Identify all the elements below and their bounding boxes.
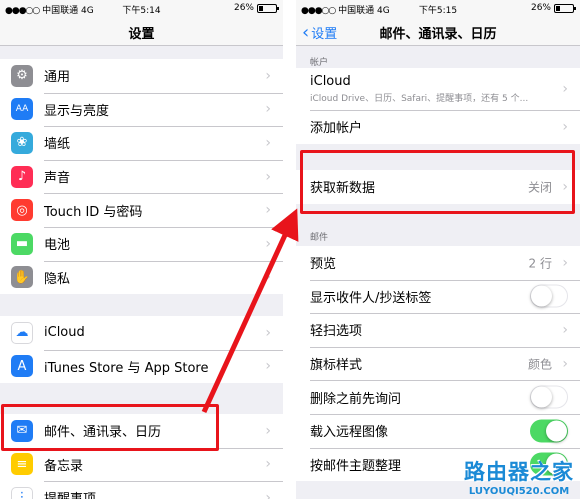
chevron-right-icon: › [265,101,271,118]
mail-section-header: 邮件 [310,233,329,243]
settings-row-label: 隐私 [44,271,71,287]
chevron-right-icon: › [562,355,568,372]
accounts-section-header: 帐户 [310,58,329,68]
battery-percent: 26% [530,3,551,13]
toggle-knob [531,386,552,408]
battery-percent: 26% [233,3,254,13]
fingerprint-icon: ◎ [11,199,33,222]
chevron-right-icon: › [265,456,271,473]
settings-group-accounts: ☁ iCloud › AiTunes Store 与 App Store › [0,316,283,384]
toggle-knob [546,420,567,442]
add-account-row[interactable]: 添加帐户 › [296,110,580,144]
mail-option-label: 删除之前先询问 [310,391,402,407]
page-title: 设置 [128,27,155,42]
icloud-account-subtitle: iCloud Drive、日历、Safari、提醒事项，还有 5 个... [310,94,529,104]
toggle-switch[interactable] [530,284,568,308]
battery-icon: ▬ [11,232,33,255]
screen-divider [283,0,296,499]
settings-row-label: 墙纸 [44,137,71,153]
mail-option-row[interactable]: 载入远程图像 [296,413,580,448]
chevron-right-icon: › [265,168,271,185]
mail-option-row[interactable]: 删除之前先询问 [296,380,580,414]
icloud-account-title: iCloud [310,74,351,89]
settings-row-label: iCloud [44,325,85,341]
accounts-group: iCloud iCloud Drive、日历、Safari、提醒事项，还有 5 … [296,68,580,144]
settings-row-label: 备忘录 [44,458,84,474]
chevron-right-icon: › [562,81,568,97]
settings-row-label: 声音 [44,171,71,187]
settings-group-general: ⚙ 通用 › AA 显示与亮度 › ❀ 墙纸 › ♪ 声音 › ◎ Touch ID 与密码 › ▬ 电池 › ✋ 隐… [0,59,283,295]
mail-option-row[interactable]: 预览 2 行 › [296,246,580,280]
navigation-bar: 设置 [0,17,283,46]
app-store-icon: A [11,355,33,378]
hand-icon: ✋ [11,266,33,289]
wallpaper-icon: ❀ [11,131,33,154]
chevron-right-icon: › [562,321,568,338]
chevron-right-icon: › [265,324,271,341]
mail-settings-screen: ●●●○○ 中国联通 4G 下午5:15 26% ‹ 设置 邮件、通讯录、日历 … [296,0,580,499]
settings-row[interactable]: ⋮ 提醒事项 › [0,481,283,499]
cloud-icon: ☁ [11,321,33,344]
toggle-knob [531,285,552,307]
chevron-right-icon: › [265,358,271,375]
display-icon: AA [11,98,33,121]
status-bar: ●●●○○ 中国联通 4G 下午5:14 26% [0,0,283,17]
settings-row[interactable]: ◎ Touch ID 与密码 › [0,193,283,227]
mail-option-row[interactable]: 旗标样式 颜色 › [296,346,580,381]
settings-row-label: 提醒事项 [44,488,96,499]
mail-option-row[interactable]: 轻扫选项 › [296,313,580,347]
chevron-right-icon: › [265,489,271,499]
mail-option-label: 载入远程图像 [310,425,389,441]
settings-row[interactable]: ⚙ 通用 › [0,59,283,93]
annotation-highlight-fetch [300,150,575,214]
mail-option-row[interactable]: 显示收件人/抄送标签 [296,279,580,314]
settings-row-label: iTunes Store 与 App Store [44,360,209,376]
mail-option-value: 2 行 [528,256,552,271]
battery-icon [554,3,576,13]
battery-icon [257,3,279,13]
mail-option-label: 预览 [310,257,337,273]
settings-row[interactable]: AiTunes Store 与 App Store › [0,349,283,384]
settings-row[interactable]: ♪ 声音 › [0,159,283,194]
chevron-right-icon: › [265,202,271,219]
mail-option-label: 显示收件人/抄送标签 [310,290,432,306]
annotation-highlight-mail [1,404,219,451]
mail-options-group: 预览 2 行 › 显示收件人/抄送标签 轻扫选项 › 旗标样式 颜色 › 删除之前先询问 载入远程图… [296,246,580,482]
toggle-switch[interactable] [530,419,568,443]
chevron-right-icon: › [562,118,568,135]
gear-icon: ⚙ [11,64,33,87]
settings-row[interactable]: ▬ 电池 › [0,226,283,261]
settings-row-label: 通用 [44,70,71,86]
settings-row-label: Touch ID 与密码 [44,204,143,220]
chevron-right-icon: › [265,235,271,252]
settings-row[interactable]: ≡ 备忘录 › [0,447,283,482]
toggle-switch[interactable] [530,385,568,409]
watermark: 路由器之家 LUYOUQI520.COM [464,456,574,497]
mail-option-label: 轻扫选项 [310,324,363,340]
navigation-bar: ‹ 设置 邮件、通讯录、日历 [296,17,580,46]
settings-row-label: 显示与亮度 [44,103,110,119]
settings-row-label: 电池 [44,238,71,254]
page-title: 邮件、通讯录、日历 [379,27,497,42]
settings-row[interactable]: ☁ iCloud › [0,316,283,350]
chevron-right-icon: › [265,134,271,151]
chevron-right-icon: › [265,422,271,439]
sound-icon: ♪ [11,165,33,188]
add-account-label: 添加帐户 [310,121,363,137]
mail-option-value: 颜色 [527,357,552,372]
reminders-icon: ⋮ [11,486,33,499]
chevron-right-icon: › [265,67,271,84]
settings-row[interactable]: ✋ 隐私 › [0,260,283,295]
settings-row[interactable]: AA 显示与亮度 › [0,92,283,127]
settings-row[interactable]: ❀ 墙纸 › [0,126,283,160]
notes-icon: ≡ [11,453,33,476]
mail-option-label: 按邮件主题整理 [310,458,402,474]
icloud-account-row[interactable]: iCloud iCloud Drive、日历、Safari、提醒事项，还有 5 … [296,68,580,110]
mail-option-label: 旗标样式 [310,358,363,374]
watermark-url: LUYOUQI520.COM [468,486,570,497]
watermark-logo: 路由器之家 [464,460,574,484]
chevron-right-icon: › [265,269,271,286]
chevron-right-icon: › [562,254,568,271]
status-bar: ●●●○○ 中国联通 4G 下午5:15 26% [296,0,580,17]
